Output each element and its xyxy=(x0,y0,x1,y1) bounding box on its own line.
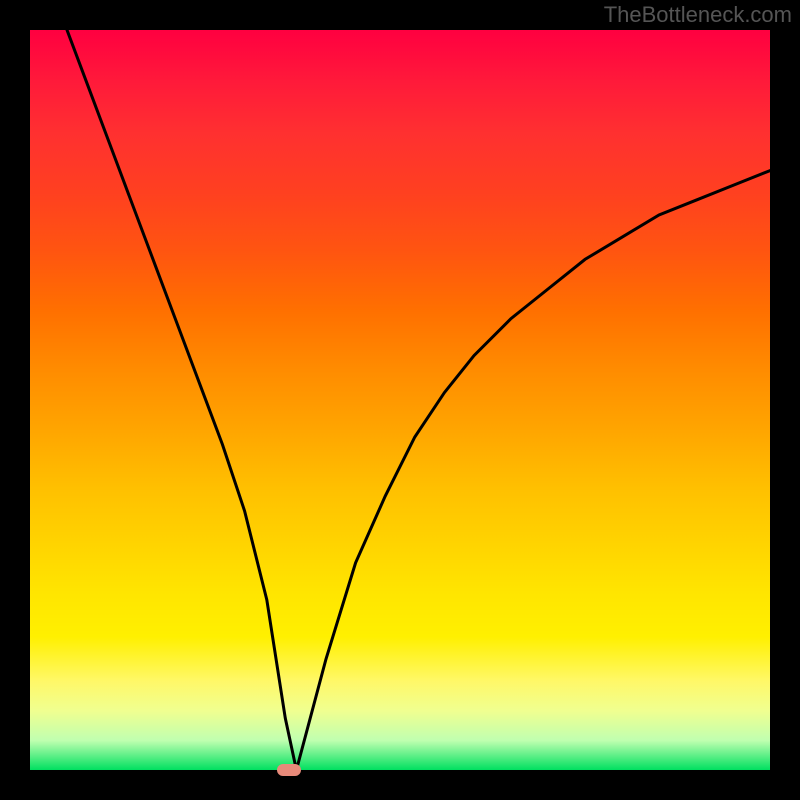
chart-plot-area xyxy=(30,30,770,770)
watermark-text: TheBottleneck.com xyxy=(604,2,792,28)
optimum-marker xyxy=(277,764,301,776)
bottleneck-curve xyxy=(30,30,770,770)
